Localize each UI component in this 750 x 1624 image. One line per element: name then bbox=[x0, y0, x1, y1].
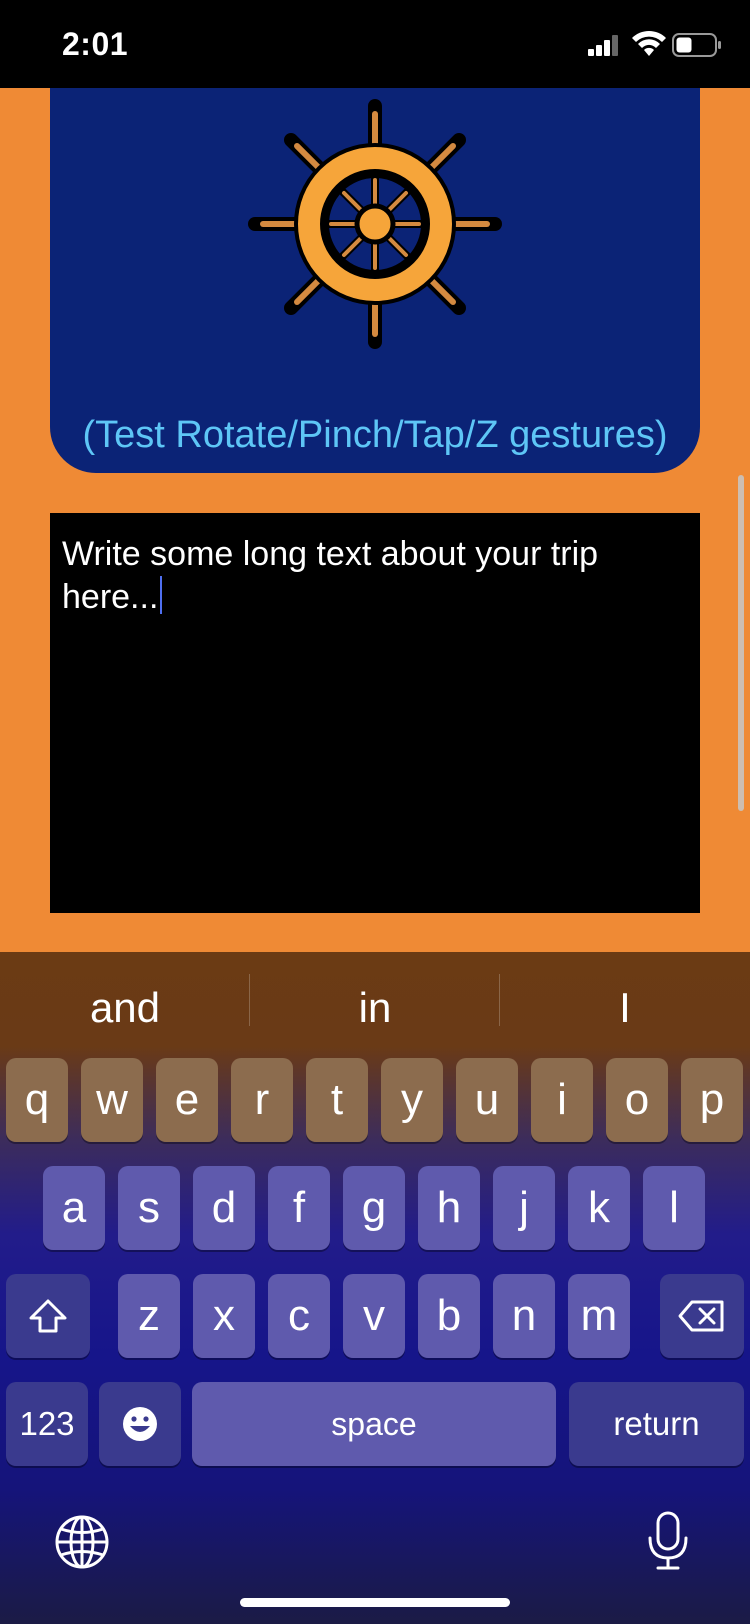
scroll-indicator[interactable] bbox=[738, 475, 744, 811]
backspace-icon bbox=[678, 1300, 724, 1332]
emoji-key[interactable] bbox=[99, 1382, 181, 1466]
key-u[interactable]: u bbox=[456, 1058, 518, 1142]
key-e[interactable]: e bbox=[156, 1058, 218, 1142]
key-y[interactable]: y bbox=[381, 1058, 443, 1142]
microphone-icon[interactable] bbox=[646, 1510, 690, 1572]
key-j[interactable]: j bbox=[493, 1166, 555, 1250]
return-key[interactable]: return bbox=[569, 1382, 744, 1466]
key-a[interactable]: a bbox=[43, 1166, 105, 1250]
backspace-key[interactable] bbox=[660, 1274, 744, 1358]
cellular-signal-icon bbox=[588, 34, 620, 56]
emoji-icon bbox=[123, 1407, 157, 1441]
key-n[interactable]: n bbox=[493, 1274, 555, 1358]
key-k[interactable]: k bbox=[568, 1166, 630, 1250]
key-v[interactable]: v bbox=[343, 1274, 405, 1358]
text-caret bbox=[160, 576, 163, 614]
key-l[interactable]: l bbox=[643, 1166, 705, 1250]
key-f[interactable]: f bbox=[268, 1166, 330, 1250]
shift-key[interactable] bbox=[6, 1274, 90, 1358]
gesture-card[interactable]: (Test Rotate/Pinch/Tap/Z gestures) bbox=[50, 88, 700, 473]
key-m[interactable]: m bbox=[568, 1274, 630, 1358]
globe-icon[interactable] bbox=[54, 1514, 110, 1570]
key-w[interactable]: w bbox=[81, 1058, 143, 1142]
suggestion-1[interactable]: and bbox=[0, 984, 250, 1032]
trip-notes-textarea[interactable]: Write some long text about your trip her… bbox=[50, 513, 700, 913]
key-s[interactable]: s bbox=[118, 1166, 180, 1250]
key-q[interactable]: q bbox=[6, 1058, 68, 1142]
space-key[interactable]: space bbox=[192, 1382, 556, 1466]
status-time: 2:01 bbox=[62, 26, 129, 62]
key-t[interactable]: t bbox=[306, 1058, 368, 1142]
key-o[interactable]: o bbox=[606, 1058, 668, 1142]
suggestion-3[interactable]: I bbox=[500, 984, 750, 1032]
suggestion-2[interactable]: in bbox=[250, 984, 500, 1032]
key-i[interactable]: i bbox=[531, 1058, 593, 1142]
key-r[interactable]: r bbox=[231, 1058, 293, 1142]
key-x[interactable]: x bbox=[193, 1274, 255, 1358]
key-b[interactable]: b bbox=[418, 1274, 480, 1358]
key-c[interactable]: c bbox=[268, 1274, 330, 1358]
gesture-instructions-label: (Test Rotate/Pinch/Tap/Z gestures) bbox=[82, 414, 668, 456]
home-indicator[interactable] bbox=[240, 1598, 510, 1607]
key-h[interactable]: h bbox=[418, 1166, 480, 1250]
key-g[interactable]: g bbox=[343, 1166, 405, 1250]
numbers-key[interactable]: 123 bbox=[6, 1382, 88, 1466]
key-d[interactable]: d bbox=[193, 1166, 255, 1250]
ship-wheel-icon[interactable] bbox=[245, 98, 505, 350]
key-p[interactable]: p bbox=[681, 1058, 743, 1142]
battery-icon bbox=[672, 33, 721, 57]
shift-icon bbox=[29, 1299, 67, 1333]
key-z[interactable]: z bbox=[118, 1274, 180, 1358]
wifi-icon bbox=[632, 30, 666, 56]
keyboard: and in I q w e r t y u i o p a s d f g h… bbox=[0, 952, 750, 1624]
trip-notes-text: Write some long text about your trip her… bbox=[62, 535, 599, 616]
status-bar: 2:01 bbox=[0, 0, 750, 88]
